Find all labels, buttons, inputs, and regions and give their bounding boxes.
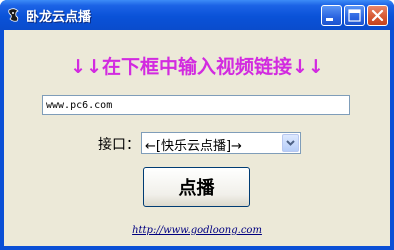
window-title: 卧龙云点播 bbox=[26, 10, 92, 25]
play-button[interactable]: 点播 bbox=[143, 167, 250, 207]
chevron-down-icon bbox=[286, 140, 295, 146]
window-client-area: ↓↓在下框中输入视频链接↓↓ 接口： ←[快乐云点播]→ 点播 http://w… bbox=[4, 30, 390, 246]
interface-selected-value: ←[快乐云点播]→ bbox=[145, 139, 242, 154]
interface-label: 接口： bbox=[98, 137, 140, 153]
app-window: 卧龙云点播 ↓↓在下框中输入视频链接↓↓ 接口： ←[快乐云点播]→ bbox=[0, 0, 394, 250]
interface-dropdown-button[interactable] bbox=[282, 134, 299, 152]
title-bar[interactable]: 卧龙云点播 bbox=[0, 0, 394, 30]
website-link[interactable]: http://www.godloong.com bbox=[4, 225, 390, 236]
app-logo-icon bbox=[8, 8, 19, 22]
video-url-input[interactable] bbox=[42, 95, 350, 115]
minimize-icon bbox=[326, 18, 333, 21]
maximize-button[interactable] bbox=[344, 5, 365, 26]
maximize-icon bbox=[348, 9, 361, 22]
interface-select[interactable]: ←[快乐云点播]→ bbox=[141, 132, 301, 154]
close-button[interactable] bbox=[367, 5, 388, 26]
minimize-button[interactable] bbox=[321, 5, 342, 26]
instruction-headline: ↓↓在下框中输入视频链接↓↓ bbox=[70, 56, 324, 78]
close-icon bbox=[371, 9, 384, 22]
